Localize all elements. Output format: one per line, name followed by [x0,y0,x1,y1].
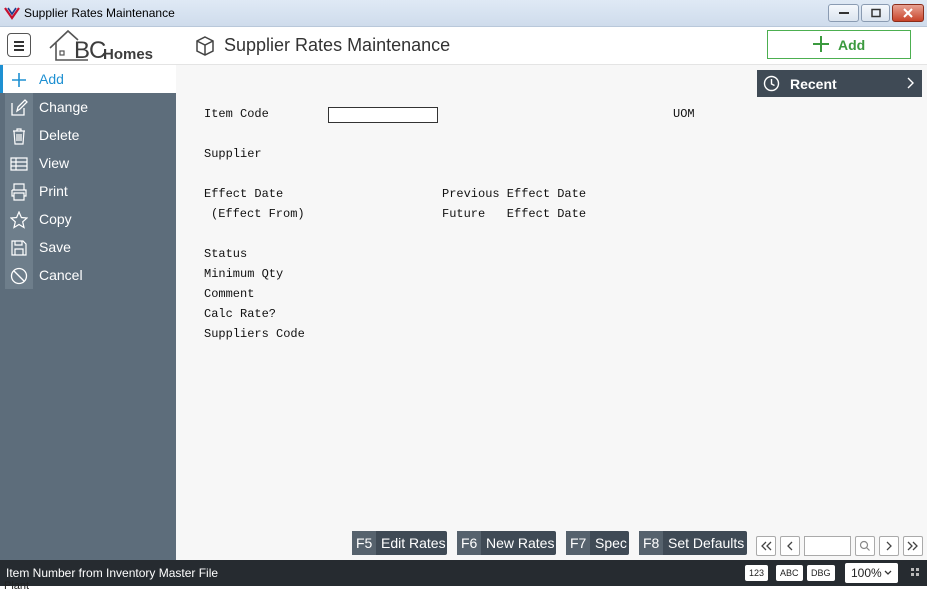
effect-date-label: Effect Date [204,187,284,201]
status-label: Status [204,247,248,261]
status-bar: Item Number from Inventory Master File 1… [0,560,927,586]
fkey-label: New Rates [486,535,555,551]
zoom-select[interactable]: 100% [845,563,898,583]
restore-icon [870,8,881,18]
search-icon [859,540,870,551]
add-button-label: Add [838,37,866,53]
main-form-area [176,65,927,560]
add-button[interactable]: Add [767,30,911,59]
fkey-label: Set Defaults [668,535,745,551]
sidebar-item-label: Print [39,183,68,199]
debug-mode-badge[interactable]: DBG [807,565,835,581]
previous-record-button[interactable] [780,536,800,556]
sidebar-item-label: Add [39,71,64,87]
maximize-button[interactable] [861,4,890,22]
sidebar: Add Change Delete View Print Copy Save C… [0,65,176,560]
chevron-left-icon [787,541,793,551]
underlay-plant-text: Plant [4,580,30,592]
fkey-key: F8 [639,531,664,555]
record-number-input[interactable] [804,536,851,556]
minimize-icon [838,12,849,14]
search-record-button[interactable] [855,536,875,556]
sidebar-item-label: Cancel [39,267,83,283]
comment-label: Comment [204,287,255,301]
zoom-value: 100% [851,566,882,580]
double-chevron-right-icon [907,541,918,551]
sidebar-item-label: Copy [39,211,72,227]
box-icon [196,36,214,56]
table-icon [10,157,28,171]
minimize-button[interactable] [828,4,859,22]
sidebar-item-change[interactable]: Change [0,93,176,121]
sidebar-item-label: View [39,155,70,171]
item-code-label: Item Code [204,107,269,121]
sidebar-item-label: Change [39,99,89,115]
plus-icon [12,73,26,87]
window-title: Supplier Rates Maintenance [24,6,175,20]
plus-icon [813,36,829,52]
close-button[interactable] [892,4,924,22]
suppliers-code-label: Suppliers Code [204,327,305,341]
app-logo-icon [4,7,20,20]
chevron-down-icon [884,570,892,575]
bc-homes-logo: BC Homes [48,27,166,65]
fkey-key: F6 [457,531,482,555]
logo-bc-text: BC [74,37,106,64]
minimum-qty-label: Minimum Qty [204,267,284,281]
logo-homes-text: Homes [103,46,154,63]
f5-edit-rates-button[interactable]: F5 Edit Rates [352,531,447,555]
printer-icon [11,183,27,201]
window-titlebar: Supplier Rates Maintenance [0,0,927,27]
double-chevron-left-icon [761,541,772,551]
sidebar-item-cancel[interactable]: Cancel [0,261,176,289]
f6-new-rates-button[interactable]: F6 New Rates [457,531,556,555]
sidebar-item-copy[interactable]: Copy [0,205,176,233]
clock-icon [763,75,780,92]
recent-label: Recent [790,76,837,92]
sidebar-item-save[interactable]: Save [0,233,176,261]
fkey-key: F5 [352,531,377,555]
underlay-strip: Plant [0,580,927,593]
edit-icon [11,99,28,116]
f7-spec-button[interactable]: F7 Spec [566,531,629,555]
hamburger-menu-button[interactable] [7,33,31,57]
numeric-mode-badge[interactable]: 123 [745,565,769,581]
star-icon [10,211,28,229]
close-icon [903,8,913,18]
sidebar-item-print[interactable]: Print [0,177,176,205]
status-message: Item Number from Inventory Master File [6,566,219,580]
recent-button[interactable]: Recent [757,70,922,97]
last-record-button[interactable] [903,536,923,556]
caps-mode-badge[interactable]: ABC [776,565,803,581]
fkey-label: Edit Rates [381,535,446,551]
first-record-button[interactable] [756,536,776,556]
app-header: BC Homes Supplier Rates Maintenance Add [0,27,927,65]
supplier-label: Supplier [204,147,262,161]
trash-icon [13,128,25,145]
fkey-label: Spec [595,535,627,551]
sidebar-item-view[interactable]: View [0,149,176,177]
chevron-right-icon [907,77,914,89]
sidebar-item-delete[interactable]: Delete [0,121,176,149]
calc-rate-label: Calc Rate? [204,307,277,321]
uom-label: UOM [673,107,695,121]
cancel-icon [10,267,28,285]
item-code-input[interactable] [328,107,438,123]
grid-icon[interactable] [911,568,919,576]
chevron-right-icon [886,541,892,551]
future-effect-date-label: Future Effect Date [442,207,587,221]
previous-effect-date-label: Previous Effect Date [442,187,587,201]
next-record-button[interactable] [879,536,899,556]
fkey-key: F7 [566,531,591,555]
page-title: Supplier Rates Maintenance [224,35,451,55]
save-icon [11,240,27,256]
f8-set-defaults-button[interactable]: F8 Set Defaults [639,531,747,555]
effect-from-label: (Effect From) [211,207,305,221]
sidebar-item-label: Delete [39,127,80,143]
sidebar-item-label: Save [39,239,71,255]
sidebar-item-add[interactable]: Add [0,65,176,93]
